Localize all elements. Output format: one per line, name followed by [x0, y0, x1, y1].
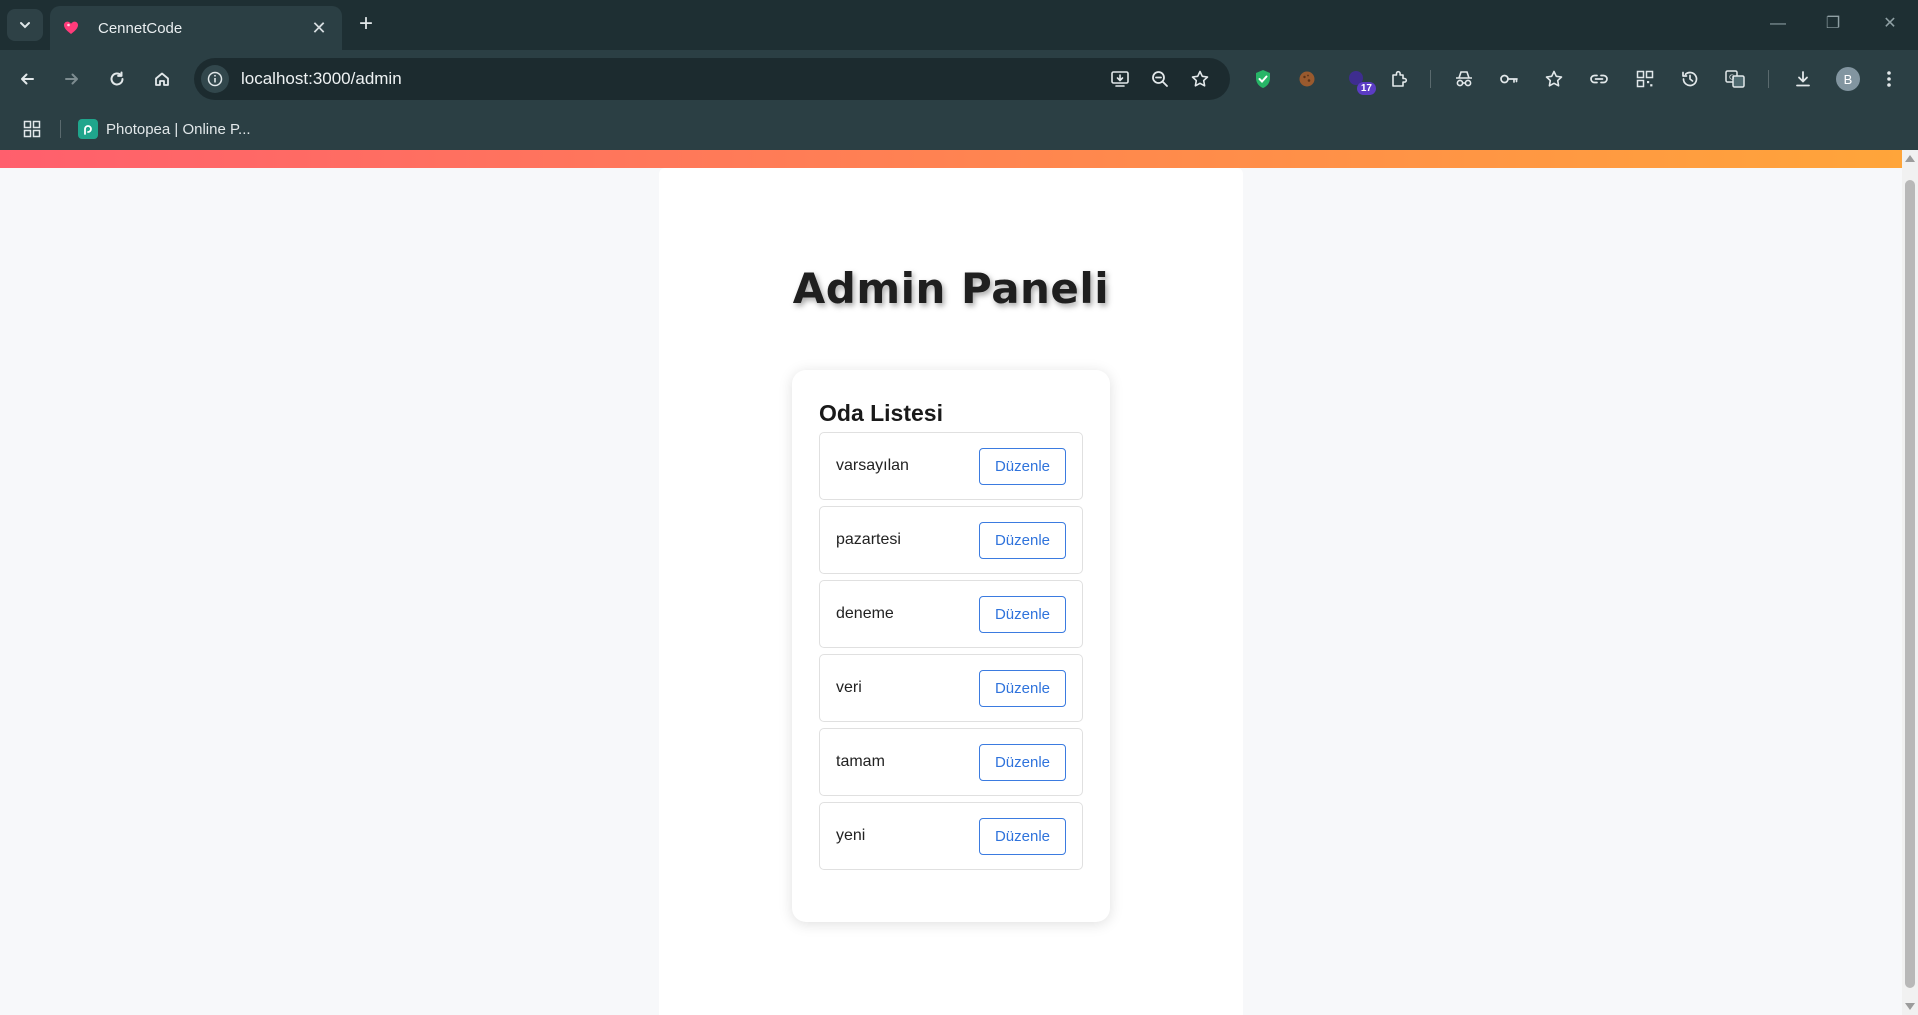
list-item: veri Düzenle — [819, 654, 1083, 722]
bookmark-label: Photopea | Online P... — [106, 120, 251, 138]
browser-tab-active[interactable]: CennetCode ✕ — [50, 6, 342, 50]
chevron-down-icon — [20, 22, 30, 29]
toolbar-divider-2 — [1768, 70, 1769, 88]
address-bar[interactable]: localhost:3000/admin — [194, 58, 1230, 100]
bookmark-star-icon[interactable] — [1180, 58, 1220, 100]
edit-button[interactable]: Düzenle — [979, 595, 1066, 633]
scroll-up-arrow-icon[interactable] — [1905, 155, 1915, 162]
tab-close-icon[interactable]: ✕ — [308, 18, 330, 39]
avatar: B — [1836, 67, 1860, 91]
star-list-icon[interactable] — [1537, 62, 1571, 96]
edit-button[interactable]: Düzenle — [979, 521, 1066, 559]
tab-strip: CennetCode ✕ + — ❐ ✕ — [0, 0, 1918, 50]
translate-icon[interactable]: G — [1718, 62, 1752, 96]
header-gradient-bar — [0, 150, 1902, 168]
apps-grid-icon[interactable] — [20, 117, 44, 141]
qr-code-icon[interactable] — [1628, 62, 1662, 96]
room-name: deneme — [836, 605, 894, 622]
history-icon[interactable] — [1673, 62, 1707, 96]
bookmark-photopea[interactable]: Photopea | Online P... — [78, 117, 251, 141]
room-list: varsayılan Düzenle pazartesi Düzenle den… — [819, 432, 1083, 870]
back-button[interactable] — [10, 62, 44, 96]
edit-button[interactable]: Düzenle — [979, 743, 1066, 781]
svg-text:G: G — [1729, 74, 1734, 82]
home-icon — [155, 72, 169, 86]
list-item: yeni Düzenle — [819, 802, 1083, 870]
room-name: varsayılan — [836, 457, 909, 474]
link-icon[interactable] — [1582, 62, 1616, 96]
list-item: tamam Düzenle — [819, 728, 1083, 796]
new-tab-button[interactable]: + — [352, 10, 380, 38]
list-item: pazartesi Düzenle — [819, 506, 1083, 574]
page-title: Admin Paneli — [792, 264, 1110, 313]
back-arrow-icon — [21, 73, 34, 85]
key-icon[interactable] — [1492, 62, 1526, 96]
room-name: tamam — [836, 753, 885, 770]
scroll-thumb[interactable] — [1905, 180, 1915, 988]
page-viewport: Admin Paneli Oda Listesi varsayılan Düze… — [0, 150, 1902, 1015]
bookmarks-divider — [60, 120, 61, 138]
reload-icon — [110, 71, 124, 86]
forward-arrow-icon — [65, 73, 78, 85]
extension-badge: 17 — [1356, 82, 1376, 95]
puzzle-extension-icon[interactable] — [1382, 62, 1416, 96]
room-name: yeni — [836, 827, 866, 844]
photopea-icon — [78, 119, 98, 139]
restore-icon[interactable]: ❐ — [1813, 10, 1853, 38]
browser-toolbar: localhost:3000/admin 17 G B — [0, 50, 1918, 108]
toolbar-divider — [1430, 70, 1431, 88]
tab-search-button[interactable] — [7, 9, 43, 41]
kebab-menu-icon[interactable] — [1872, 62, 1906, 96]
minimize-icon[interactable]: — — [1758, 10, 1798, 38]
reload-button[interactable] — [100, 62, 134, 96]
zoom-icon[interactable] — [1140, 58, 1180, 100]
shield-extension-icon[interactable] — [1246, 62, 1280, 96]
edit-button[interactable]: Düzenle — [979, 817, 1066, 855]
profile-button[interactable]: B — [1831, 62, 1865, 96]
forward-button[interactable] — [55, 62, 89, 96]
room-list-panel: Oda Listesi varsayılan Düzenle pazartesi… — [792, 370, 1110, 922]
tab-title: CennetCode — [98, 19, 183, 37]
admin-container: Admin Paneli Oda Listesi varsayılan Düze… — [659, 168, 1243, 1015]
edit-button[interactable]: Düzenle — [979, 669, 1066, 707]
home-button[interactable] — [145, 62, 179, 96]
url-text[interactable]: localhost:3000/admin — [241, 69, 1100, 89]
room-name: pazartesi — [836, 531, 901, 548]
scroll-down-arrow-icon[interactable] — [1905, 1003, 1915, 1010]
bookmarks-bar: Photopea | Online P... — [0, 108, 1918, 150]
incognito-icon[interactable] — [1447, 62, 1481, 96]
install-app-icon[interactable] — [1100, 58, 1140, 100]
room-list-heading: Oda Listesi — [819, 400, 943, 426]
room-name: veri — [836, 679, 862, 696]
close-window-icon[interactable]: ✕ — [1870, 10, 1910, 38]
bubble-extension-icon[interactable]: 17 — [1340, 62, 1376, 96]
list-item: deneme Düzenle — [819, 580, 1083, 648]
list-item: varsayılan Düzenle — [819, 432, 1083, 500]
download-icon[interactable] — [1786, 62, 1820, 96]
heart-icon — [62, 19, 80, 37]
cookie-extension-icon[interactable] — [1290, 62, 1324, 96]
page-scrollbar[interactable] — [1902, 150, 1918, 1015]
edit-button[interactable]: Düzenle — [979, 447, 1066, 485]
site-info-icon[interactable] — [201, 65, 229, 93]
